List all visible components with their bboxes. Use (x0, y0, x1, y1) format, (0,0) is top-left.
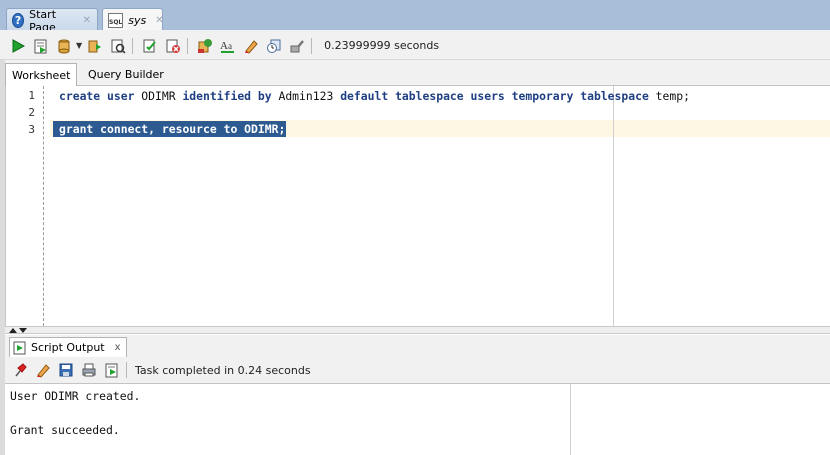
svg-text:A: A (220, 40, 228, 52)
script-output-pane[interactable]: User ODIMR created. Grant succeeded. (5, 384, 830, 455)
sql-identifier: Admin123 (278, 89, 341, 103)
sql-identifier: temp; (655, 89, 690, 103)
history-icon[interactable] (264, 36, 284, 56)
sql-keyword: default tablespace users temporary table… (340, 89, 656, 103)
task-status: Task completed in 0.24 seconds (135, 363, 311, 377)
selected-text: grant connect, resource to ODIMR; (53, 121, 287, 137)
print-icon[interactable] (79, 360, 99, 380)
tab-label: Worksheet (12, 68, 71, 82)
worksheet-subtabs: Worksheet Query Builder (0, 60, 830, 86)
autotrace-icon[interactable] (108, 36, 128, 56)
output-tab-bar: Script Output x (5, 335, 830, 357)
sql-editor[interactable]: 1 2 3 create user ODIMR identified by Ad… (5, 86, 830, 326)
right-margin-guide (570, 384, 571, 455)
run-script-icon[interactable] (102, 360, 122, 380)
output-line: Grant succeeded. (10, 423, 120, 437)
code-line-3[interactable]: grant connect, resource to ODIMR; (53, 121, 287, 137)
close-icon[interactable]: ✕ (155, 15, 163, 26)
tab-script-output[interactable]: Script Output x (9, 337, 127, 357)
explain-plan-icon[interactable] (140, 36, 160, 56)
run-statement-icon[interactable] (8, 36, 28, 56)
sql-keyword: create user (59, 89, 142, 103)
tools-icon[interactable] (287, 36, 307, 56)
fold-margin (43, 86, 44, 326)
close-icon[interactable]: ✕ (83, 15, 91, 26)
worksheet-toolbar: ▼ Aa 0.23999999 seconds (0, 32, 830, 60)
svg-text:a: a (228, 41, 232, 51)
execution-time-status: 0.23999999 seconds (324, 39, 440, 52)
line-number: 1 (28, 89, 35, 102)
run-script-icon[interactable] (31, 36, 51, 56)
collapse-up-icon[interactable] (9, 328, 17, 333)
save-icon[interactable] (56, 360, 76, 380)
output-line: User ODIMR created. (10, 389, 141, 403)
line-number: 3 (28, 123, 35, 136)
tab-worksheet[interactable]: Worksheet (5, 63, 78, 86)
commit-icon[interactable] (54, 36, 74, 56)
cancel-icon[interactable] (195, 36, 215, 56)
panel-splitter[interactable] (5, 326, 830, 334)
code-line-1[interactable]: create user ODIMR identified by Admin123… (59, 89, 690, 103)
output-toolbar: Task completed in 0.24 seconds (5, 357, 830, 384)
line-number: 2 (28, 106, 35, 119)
sql-keyword: identified by (182, 89, 279, 103)
sql-identifier: ODIMR (141, 89, 183, 103)
right-margin-guide (613, 86, 614, 326)
script-output-icon (13, 341, 26, 354)
tab-label: Script Output (31, 341, 105, 354)
dropdown-arrow-icon[interactable]: ▼ (76, 41, 82, 50)
tab-label: Query Builder (88, 67, 164, 81)
tab-query-builder[interactable]: Query Builder (82, 63, 170, 85)
pin-icon[interactable] (10, 360, 30, 380)
clear-icon[interactable] (33, 360, 53, 380)
sql-tuning-icon[interactable] (163, 36, 183, 56)
help-icon: ? (12, 13, 25, 28)
tab-label: sys (128, 14, 147, 27)
document-tab-bar: ? Start Page ✕ SQL sys ✕ (0, 0, 830, 34)
tab-sys[interactable]: SQL sys ✕ (102, 8, 164, 32)
collapse-down-icon[interactable] (19, 328, 27, 333)
tab-start-page[interactable]: ? Start Page ✕ (6, 8, 98, 34)
rollback-icon[interactable] (85, 36, 105, 56)
format-icon[interactable]: Aa (218, 36, 238, 56)
close-icon[interactable]: x (115, 342, 121, 353)
sql-file-icon: SQL (108, 13, 124, 28)
clear-icon[interactable] (241, 36, 261, 56)
